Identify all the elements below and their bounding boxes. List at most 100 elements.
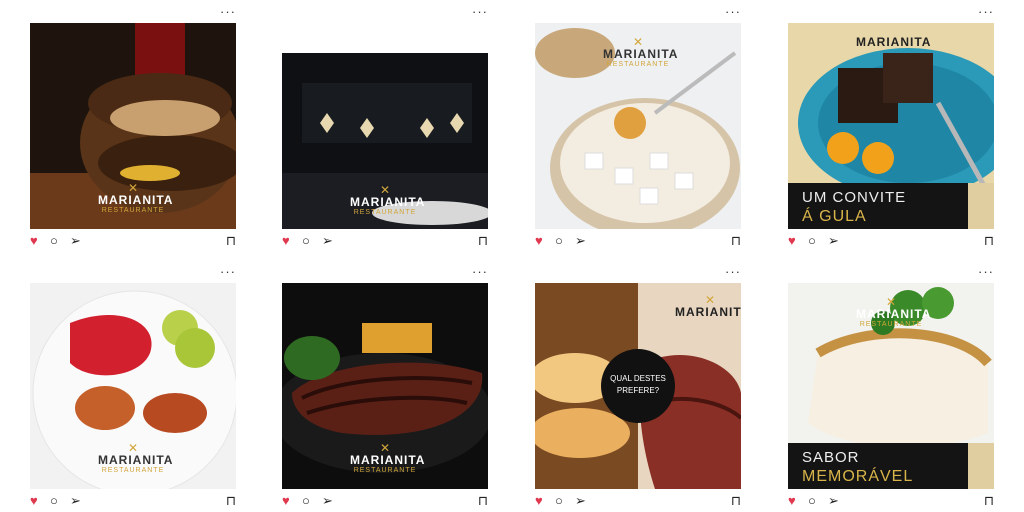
post-actions: ♥ ○ ➢ ⊓ (788, 233, 994, 251)
comment-icon[interactable]: ○ (302, 233, 310, 249)
question-line-2: PREFERE? (616, 386, 660, 395)
logo-subtitle: RESTAURANTE (101, 467, 165, 474)
restaurant-logo: ✕ MARIANITA RESTAURANTE (98, 441, 174, 475)
post-image[interactable]: ✕ MARIANITA RESTAURANTE (282, 23, 488, 229)
post-7: ··· ✕ MARIANITA QUAL DESTES PREFERE? ♥ ○… (535, 265, 741, 511)
bookmark-icon[interactable]: ⊓ (984, 233, 994, 249)
question-badge: QUAL DESTES PREFERE? (601, 349, 675, 423)
bookmark-icon[interactable]: ⊓ (226, 493, 236, 509)
heart-icon[interactable]: ♥ (30, 233, 38, 249)
post-actions: ♥ ○ ➢ ⊓ (30, 493, 236, 511)
logo-subtitle: RESTAURANTE (859, 321, 923, 328)
logo-subtitle: RESTAURANTE (606, 61, 670, 68)
restaurant-logo: ✕ MARIANITA RESTAURANTE (856, 295, 932, 329)
bookmark-icon[interactable]: ⊓ (226, 233, 236, 249)
heart-icon[interactable]: ♥ (535, 233, 543, 249)
restaurant-logo: ✕ MARIANITA RESTAURANTE (350, 184, 426, 217)
post-image[interactable]: ✕ MARIANITA RESTAURANTE (535, 23, 741, 229)
banner-line-1: UM CONVITE (802, 189, 907, 206)
restaurant-logo: MARIANITA (856, 35, 932, 49)
heart-icon[interactable]: ♥ (282, 233, 290, 249)
post-image[interactable]: ✕ MARIANITA RESTAURANTE (282, 283, 488, 489)
logo-name: MARIANITA (98, 193, 174, 207)
heart-icon[interactable]: ♥ (30, 493, 38, 509)
bookmark-icon[interactable]: ⊓ (478, 493, 488, 509)
send-icon[interactable]: ➢ (575, 233, 586, 249)
send-icon[interactable]: ➢ (322, 493, 333, 509)
cutlery-icon: ✕ (127, 181, 139, 195)
more-dots-icon[interactable]: ··· (978, 5, 994, 18)
logo-name: MARIANITA (98, 453, 174, 467)
logo-subtitle: RESTAURANTE (101, 207, 165, 214)
post-actions: ♥ ○ ➢ ⊓ (282, 233, 488, 251)
banner-line-2: MEMORÁVEL (802, 468, 914, 485)
send-icon[interactable]: ➢ (70, 493, 81, 509)
question-line-1: QUAL DESTES (610, 374, 666, 383)
send-icon[interactable]: ➢ (322, 233, 333, 249)
logo-name: MARIANITA (856, 307, 932, 321)
cutlery-icon: ✕ (127, 441, 139, 455)
logo-name: MARIANITA (856, 35, 932, 49)
restaurant-logo: ✕ MARIANITA RESTAURANTE (603, 35, 679, 69)
restaurant-logo: ✕ MARIANITA (675, 293, 741, 319)
post-actions: ♥ ○ ➢ ⊓ (535, 493, 741, 511)
promo-banner: UM CONVITE Á GULA (788, 183, 968, 229)
post-1: ··· ✕ MARIANITA RESTAURANTE ♥ ○ ➢ ⊓ (30, 5, 236, 251)
heart-icon[interactable]: ♥ (535, 493, 543, 509)
post-image[interactable]: ✕ MARIANITA RESTAURANTE (30, 23, 236, 229)
bookmark-icon[interactable]: ⊓ (478, 233, 488, 249)
comment-icon[interactable]: ○ (50, 233, 58, 249)
banner-accent (968, 183, 994, 229)
post-2: ··· ✕ MARIANITA RESTAURANTE ♥ ○ ➢ ⊓ (282, 5, 488, 251)
post-5: ··· ✕ MARIANITA RESTAURANTE ♥ ○ ➢ ⊓ (30, 265, 236, 511)
heart-icon[interactable]: ♥ (788, 493, 796, 509)
post-4: ··· MARIANITA UM CONVITE Á GULA ♥ ○ ➢ ⊓ (788, 5, 994, 251)
send-icon[interactable]: ➢ (828, 233, 839, 249)
comment-icon[interactable]: ○ (808, 493, 816, 509)
logo-subtitle: RESTAURANTE (353, 209, 417, 216)
more-dots-icon[interactable]: ··· (220, 5, 236, 18)
logo-name: MARIANITA (350, 453, 426, 467)
comment-icon[interactable]: ○ (555, 493, 563, 509)
comment-icon[interactable]: ○ (302, 493, 310, 509)
cutlery-icon: ✕ (632, 35, 644, 49)
post-actions: ♥ ○ ➢ ⊓ (30, 233, 236, 251)
send-icon[interactable]: ➢ (70, 233, 81, 249)
comment-icon[interactable]: ○ (808, 233, 816, 249)
more-dots-icon[interactable]: ··· (220, 265, 236, 278)
post-image[interactable]: ✕ MARIANITA QUAL DESTES PREFERE? (535, 283, 741, 489)
comment-icon[interactable]: ○ (555, 233, 563, 249)
cutlery-icon: ✕ (704, 293, 716, 307)
logo-name: MARIANITA (675, 305, 741, 319)
promo-banner: SABOR MEMORÁVEL (788, 443, 968, 489)
post-actions: ♥ ○ ➢ ⊓ (282, 493, 488, 511)
cutlery-icon: ✕ (885, 295, 897, 309)
post-6: ··· ✕ MARIANITA RESTAURANTE ♥ ○ ➢ ⊓ (282, 265, 488, 511)
send-icon[interactable]: ➢ (828, 493, 839, 509)
heart-icon[interactable]: ♥ (788, 233, 796, 249)
more-dots-icon[interactable]: ··· (472, 265, 488, 278)
heart-icon[interactable]: ♥ (282, 493, 290, 509)
post-3: ··· ✕ MARIANITA RESTAURANTE ♥ ○ ➢ ⊓ (535, 5, 741, 251)
logo-name: MARIANITA (603, 47, 679, 61)
post-8: ··· ✕ MARIANITA RESTAURANTE SABOR MEMORÁ… (788, 265, 994, 511)
bookmark-icon[interactable]: ⊓ (731, 493, 741, 509)
logo-name: MARIANITA (350, 195, 426, 209)
post-actions: ♥ ○ ➢ ⊓ (788, 493, 994, 511)
banner-line-1: SABOR (802, 449, 860, 466)
more-dots-icon[interactable]: ··· (472, 5, 488, 18)
bookmark-icon[interactable]: ⊓ (731, 233, 741, 249)
post-image[interactable]: ✕ MARIANITA RESTAURANTE (30, 283, 236, 489)
bookmark-icon[interactable]: ⊓ (984, 493, 994, 509)
more-dots-icon[interactable]: ··· (725, 5, 741, 18)
send-icon[interactable]: ➢ (575, 493, 586, 509)
restaurant-logo: ✕ MARIANITA RESTAURANTE (350, 442, 426, 475)
post-image[interactable]: ✕ MARIANITA RESTAURANTE SABOR MEMORÁVEL (788, 283, 994, 489)
restaurant-logo: ✕ MARIANITA RESTAURANTE (98, 181, 174, 215)
logo-subtitle: RESTAURANTE (353, 467, 417, 474)
comment-icon[interactable]: ○ (50, 493, 58, 509)
banner-accent (968, 443, 994, 489)
more-dots-icon[interactable]: ··· (725, 265, 741, 278)
more-dots-icon[interactable]: ··· (978, 265, 994, 278)
post-image[interactable]: MARIANITA UM CONVITE Á GULA (788, 23, 994, 229)
